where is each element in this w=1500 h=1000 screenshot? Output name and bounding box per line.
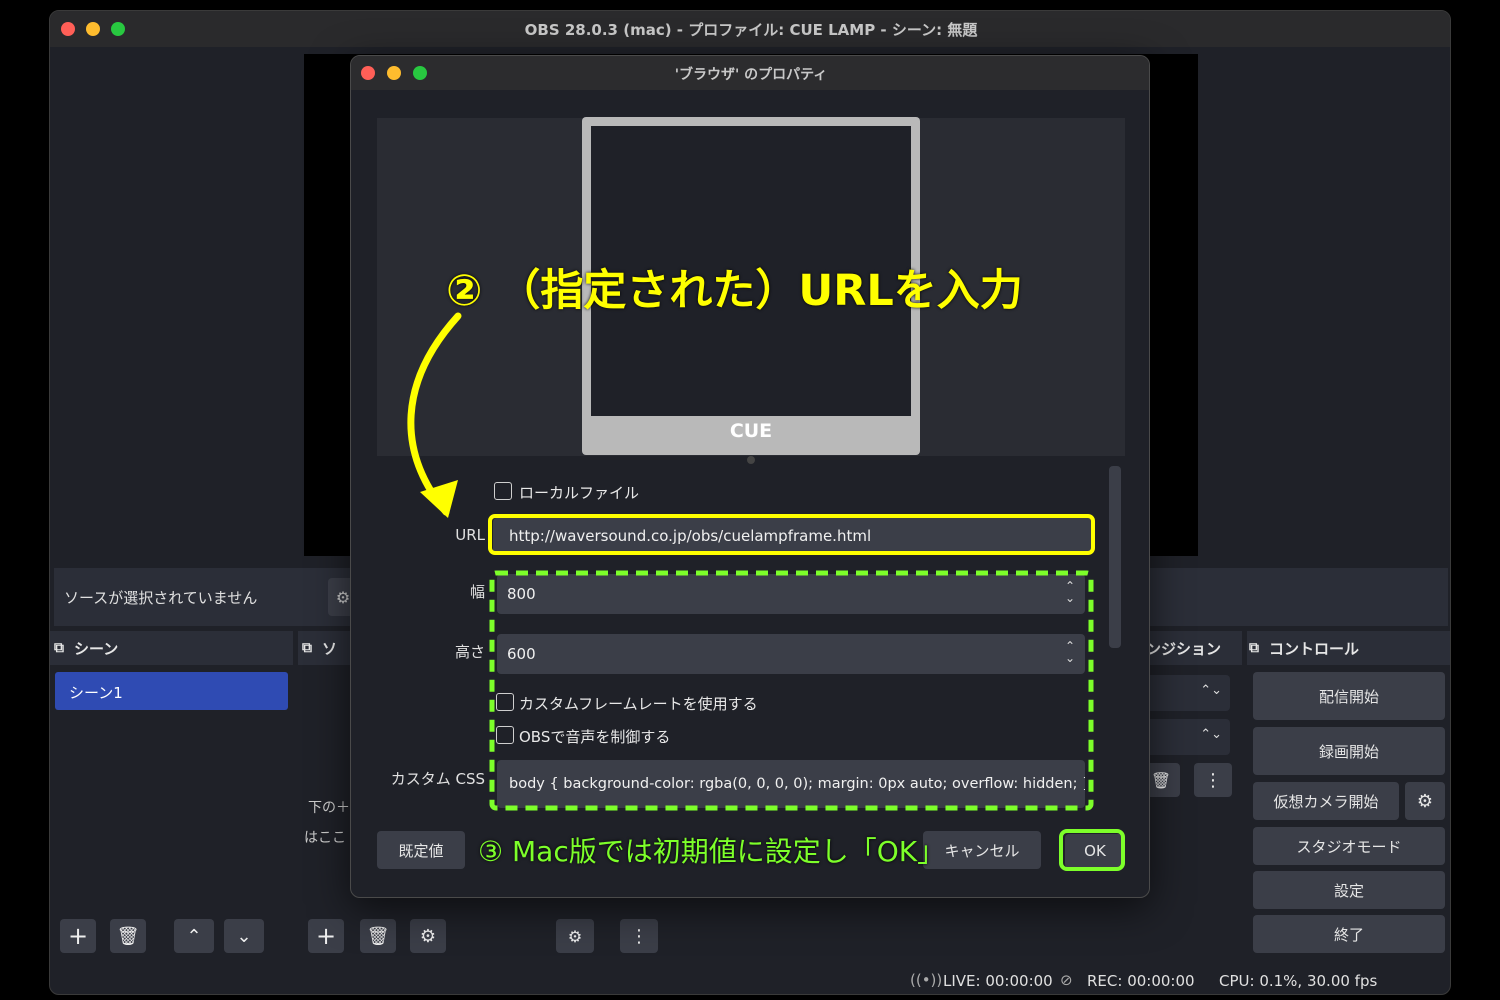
ok-button[interactable]: OK [1065, 834, 1125, 868]
start-recording-button[interactable]: 録画開始 [1253, 727, 1445, 775]
add-source-button[interactable]: + [308, 919, 344, 953]
dock-icon: ⧉ [302, 640, 312, 656]
dialog-title-bar: 'ブラウザ' のプロパティ [351, 56, 1149, 90]
gear-icon: ⚙ [335, 587, 351, 607]
add-scene-button[interactable]: + [60, 919, 96, 953]
properties-scrollbar[interactable] [1109, 466, 1121, 648]
browser-properties-dialog: 'ブラウザ' のプロパティ CUE ローカルファイル URL http://wa… [350, 55, 1150, 898]
splitter-handle[interactable] [747, 456, 755, 464]
scenes-panel: ⧉ シーン シーン1 [50, 631, 293, 961]
custom-css-label: カスタム CSS [390, 770, 485, 788]
move-scene-down-button[interactable]: ⌄ [224, 919, 264, 953]
controls-panel: ⧉ コントロール 配信開始 録画開始 仮想カメラ開始 ⚙ スタジオモード 設定 … [1247, 631, 1450, 961]
stepper-icon: ⌃⌄ [1200, 683, 1222, 698]
sources-hint-line1: 下の＋ [308, 800, 350, 816]
dialog-title: 'ブラウザ' のプロパティ [674, 67, 828, 83]
controls-header: ⧉ コントロール [1247, 631, 1450, 665]
custom-css-value: body { background-color: rgba(0, 0, 0, 0… [509, 776, 1085, 792]
scenes-toolbar: + 🗑 ⌃ ⌄ [50, 916, 293, 960]
transition-menu-button[interactable]: ⋮ [1194, 763, 1232, 797]
more-options-icon: ⋮ [1204, 769, 1222, 791]
virtual-camera-settings-button[interactable]: ⚙ [1405, 782, 1445, 820]
gears-icon: ⚙ [567, 926, 583, 946]
sources-toolbar: + 🗑 ⚙ ⋮ [298, 916, 580, 960]
step3-annotation: ③ Mac版では初期値に設定し「OK」 [478, 835, 946, 868]
move-scene-up-button[interactable]: ⌃ [174, 919, 214, 953]
chevron-down-icon: ⌄ [236, 925, 252, 947]
step2-annotation: ② （指定された）URLを入力 [446, 266, 1023, 316]
width-input[interactable]: 800 ⌃ ⌄ [497, 574, 1085, 614]
rec-time: REC: 00:00:00 [1087, 972, 1195, 990]
gear-icon: ⚙ [419, 925, 437, 947]
start-streaming-button[interactable]: 配信開始 [1253, 672, 1445, 720]
sources-title: ソ [322, 639, 338, 658]
trash-icon: 🗑 [116, 925, 140, 947]
stepper-icon[interactable]: ⌃ ⌄ [1065, 640, 1075, 664]
gear-icon: ⚙ [1416, 790, 1434, 812]
trash-icon: 🗑 [366, 925, 390, 947]
dock-icon: ⧉ [54, 640, 64, 656]
rec-icon: ⊘ [1060, 971, 1073, 989]
custom-css-textarea[interactable]: body { background-color: rgba(0, 0, 0, 0… [497, 760, 1085, 808]
plus-icon: + [67, 922, 89, 950]
stepper-icon: ⌃⌄ [1200, 727, 1222, 742]
transitions-title: ンジション [1146, 639, 1222, 658]
chevron-up-icon: ⌃ [186, 925, 202, 947]
dock-icon: ⧉ [1249, 640, 1259, 656]
mixer-settings-button[interactable]: ⚙ [556, 919, 594, 953]
window-title: OBS 28.0.3 (mac) - プロファイル: CUE LAMP - シー… [524, 21, 978, 39]
defaults-button[interactable]: 既定値 [377, 831, 465, 869]
settings-button[interactable]: 設定 [1253, 871, 1445, 909]
height-value: 600 [507, 645, 536, 663]
trash-icon: 🗑 [1150, 770, 1172, 790]
studio-mode-button[interactable]: スタジオモード [1253, 827, 1445, 865]
remove-scene-button[interactable]: 🗑 [110, 919, 146, 953]
scene-item-label: シーン1 [69, 684, 123, 702]
controls-title: コントロール [1269, 639, 1360, 658]
transition-type-select[interactable]: ⌃⌄ [1144, 675, 1230, 711]
no-source-text: ソースが選択されていません [64, 589, 258, 607]
scenes-header: ⧉ シーン [50, 631, 293, 665]
url-value: http://waversound.co.jp/obs/cuelampframe… [509, 527, 872, 545]
live-time: LIVE: 00:00:00 [943, 972, 1053, 990]
local-file-label: ローカルファイル [519, 484, 640, 502]
url-input[interactable]: http://waversound.co.jp/obs/cuelampframe… [493, 518, 1093, 554]
height-input[interactable]: 600 ⌃ ⌄ [497, 634, 1085, 674]
scene-item[interactable]: シーン1 [55, 672, 288, 710]
width-label: 幅 [469, 583, 485, 601]
custom-fps-checkbox[interactable] [496, 693, 514, 711]
height-label: 高さ [454, 643, 485, 661]
sources-hint-line2: はここ [304, 830, 346, 846]
url-label: URL [455, 526, 485, 544]
exit-button[interactable]: 終了 [1253, 915, 1445, 953]
plus-icon: + [315, 922, 337, 950]
mixer-toolbar: ⚙ ⋮ [548, 916, 1038, 960]
mixer-menu-button[interactable]: ⋮ [620, 919, 658, 953]
main-title-bar: OBS 28.0.3 (mac) - プロファイル: CUE LAMP - シー… [50, 11, 1450, 47]
audio-control-label: OBSで音声を制御する [519, 728, 671, 746]
remove-source-button[interactable]: 🗑 [360, 919, 396, 953]
source-settings-button[interactable]: ⚙ [410, 919, 446, 953]
more-options-icon: ⋮ [630, 925, 648, 947]
custom-fps-label: カスタムフレームレートを使用する [519, 695, 758, 713]
cpu-fps: CPU: 0.1%, 30.00 fps [1219, 972, 1378, 990]
audio-control-checkbox[interactable] [496, 726, 514, 744]
live-signal-icon: ((•)) [910, 971, 943, 989]
scenes-title: シーン [74, 639, 119, 658]
stepper-icon[interactable]: ⌃ ⌄ [1065, 580, 1075, 604]
width-value: 800 [507, 585, 536, 603]
start-virtual-camera-button[interactable]: 仮想カメラ開始 [1253, 782, 1399, 820]
status-bar: ((•)) LIVE: 00:00:00 ⊘ REC: 00:00:00 CPU… [50, 966, 1450, 994]
cue-label: CUE [729, 420, 773, 442]
local-file-checkbox[interactable] [494, 482, 512, 500]
transition-duration-input[interactable]: ⌃⌄ [1144, 719, 1230, 755]
